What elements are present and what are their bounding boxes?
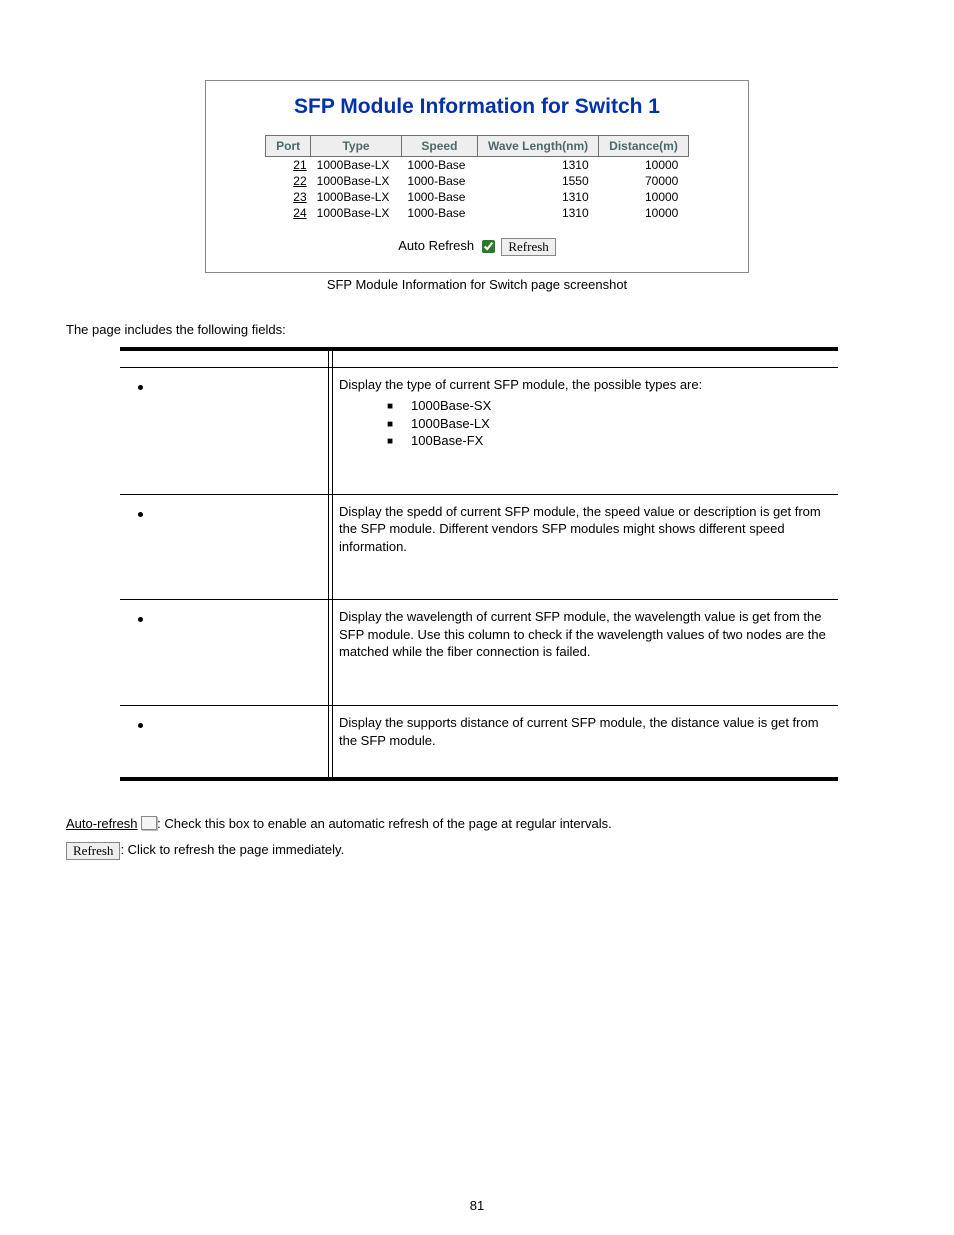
table-row: 23 1000Base-LX 1000-Base 1310 10000 [266, 189, 689, 205]
page-number: 81 [0, 1198, 954, 1213]
cell-speed: 1000-Base [401, 157, 477, 174]
field-desc: Display the spedd of current SFP module,… [333, 494, 839, 600]
cell-dist: 10000 [599, 157, 689, 174]
subitem: 100Base-FX [387, 432, 828, 450]
field-desc: Display the type of current SFP module, … [339, 377, 702, 392]
cell-type: 1000Base-LX [311, 157, 402, 174]
port-link[interactable]: 22 [293, 174, 306, 188]
sfp-table: Port Type Speed Wave Length(nm) Distance… [265, 135, 689, 221]
cell-type: 1000Base-LX [311, 173, 402, 189]
cell-wave: 1310 [477, 157, 598, 174]
col-port: Port [266, 136, 311, 157]
table-row: 22 1000Base-LX 1000-Base 1550 70000 [266, 173, 689, 189]
port-link[interactable]: 23 [293, 190, 306, 204]
cell-dist: 10000 [599, 189, 689, 205]
bullet-icon [138, 385, 143, 390]
fields-table: Display the type of current SFP module, … [120, 347, 838, 781]
cell-speed: 1000-Base [401, 173, 477, 189]
sfp-screenshot-panel: SFP Module Information for Switch 1 Port… [205, 80, 749, 273]
cell-speed: 1000-Base [401, 205, 477, 221]
field-row: Display the spedd of current SFP module,… [120, 494, 838, 600]
cell-dist: 70000 [599, 173, 689, 189]
cell-type: 1000Base-LX [311, 205, 402, 221]
bullet-icon [138, 617, 143, 622]
cell-dist: 10000 [599, 205, 689, 221]
col-type: Type [311, 136, 402, 157]
cell-type: 1000Base-LX [311, 189, 402, 205]
refresh-note-desc: : Click to refresh the page immediately. [120, 842, 344, 857]
col-dist: Distance(m) [599, 136, 689, 157]
table-row: 24 1000Base-LX 1000-Base 1310 10000 [266, 205, 689, 221]
field-row: Display the type of current SFP module, … [120, 367, 838, 494]
bullet-icon [138, 723, 143, 728]
field-desc: Display the wavelength of current SFP mo… [333, 600, 839, 706]
cell-wave: 1550 [477, 173, 598, 189]
port-link[interactable]: 24 [293, 206, 306, 220]
notes-block: Auto-refresh : Check this box to enable … [66, 811, 888, 863]
auto-refresh-label: Auto Refresh [398, 238, 474, 253]
refresh-note-button[interactable]: Refresh [66, 842, 120, 860]
subitem: 1000Base-LX [387, 415, 828, 433]
checkbox-icon [141, 816, 157, 830]
field-row: Display the supports distance of current… [120, 705, 838, 779]
cell-wave: 1310 [477, 189, 598, 205]
col-speed: Speed [401, 136, 477, 157]
col-wave: Wave Length(nm) [477, 136, 598, 157]
bullet-icon [138, 512, 143, 517]
panel-title: SFP Module Information for Switch 1 [226, 95, 728, 119]
field-desc: Display the supports distance of current… [333, 705, 839, 779]
screenshot-caption: SFP Module Information for Switch page s… [66, 277, 888, 292]
auto-refresh-note-label: Auto-refresh [66, 816, 138, 831]
refresh-button[interactable]: Refresh [501, 238, 555, 256]
auto-refresh-checkbox[interactable] [482, 240, 495, 253]
fields-intro: The page includes the following fields: [66, 322, 888, 337]
cell-speed: 1000-Base [401, 189, 477, 205]
port-link[interactable]: 21 [293, 158, 306, 172]
field-row: Display the wavelength of current SFP mo… [120, 600, 838, 706]
auto-refresh-note-desc: : Check this box to enable an automatic … [157, 816, 612, 831]
cell-wave: 1310 [477, 205, 598, 221]
subitem: 1000Base-SX [387, 397, 828, 415]
table-row: 21 1000Base-LX 1000-Base 1310 10000 [266, 157, 689, 174]
